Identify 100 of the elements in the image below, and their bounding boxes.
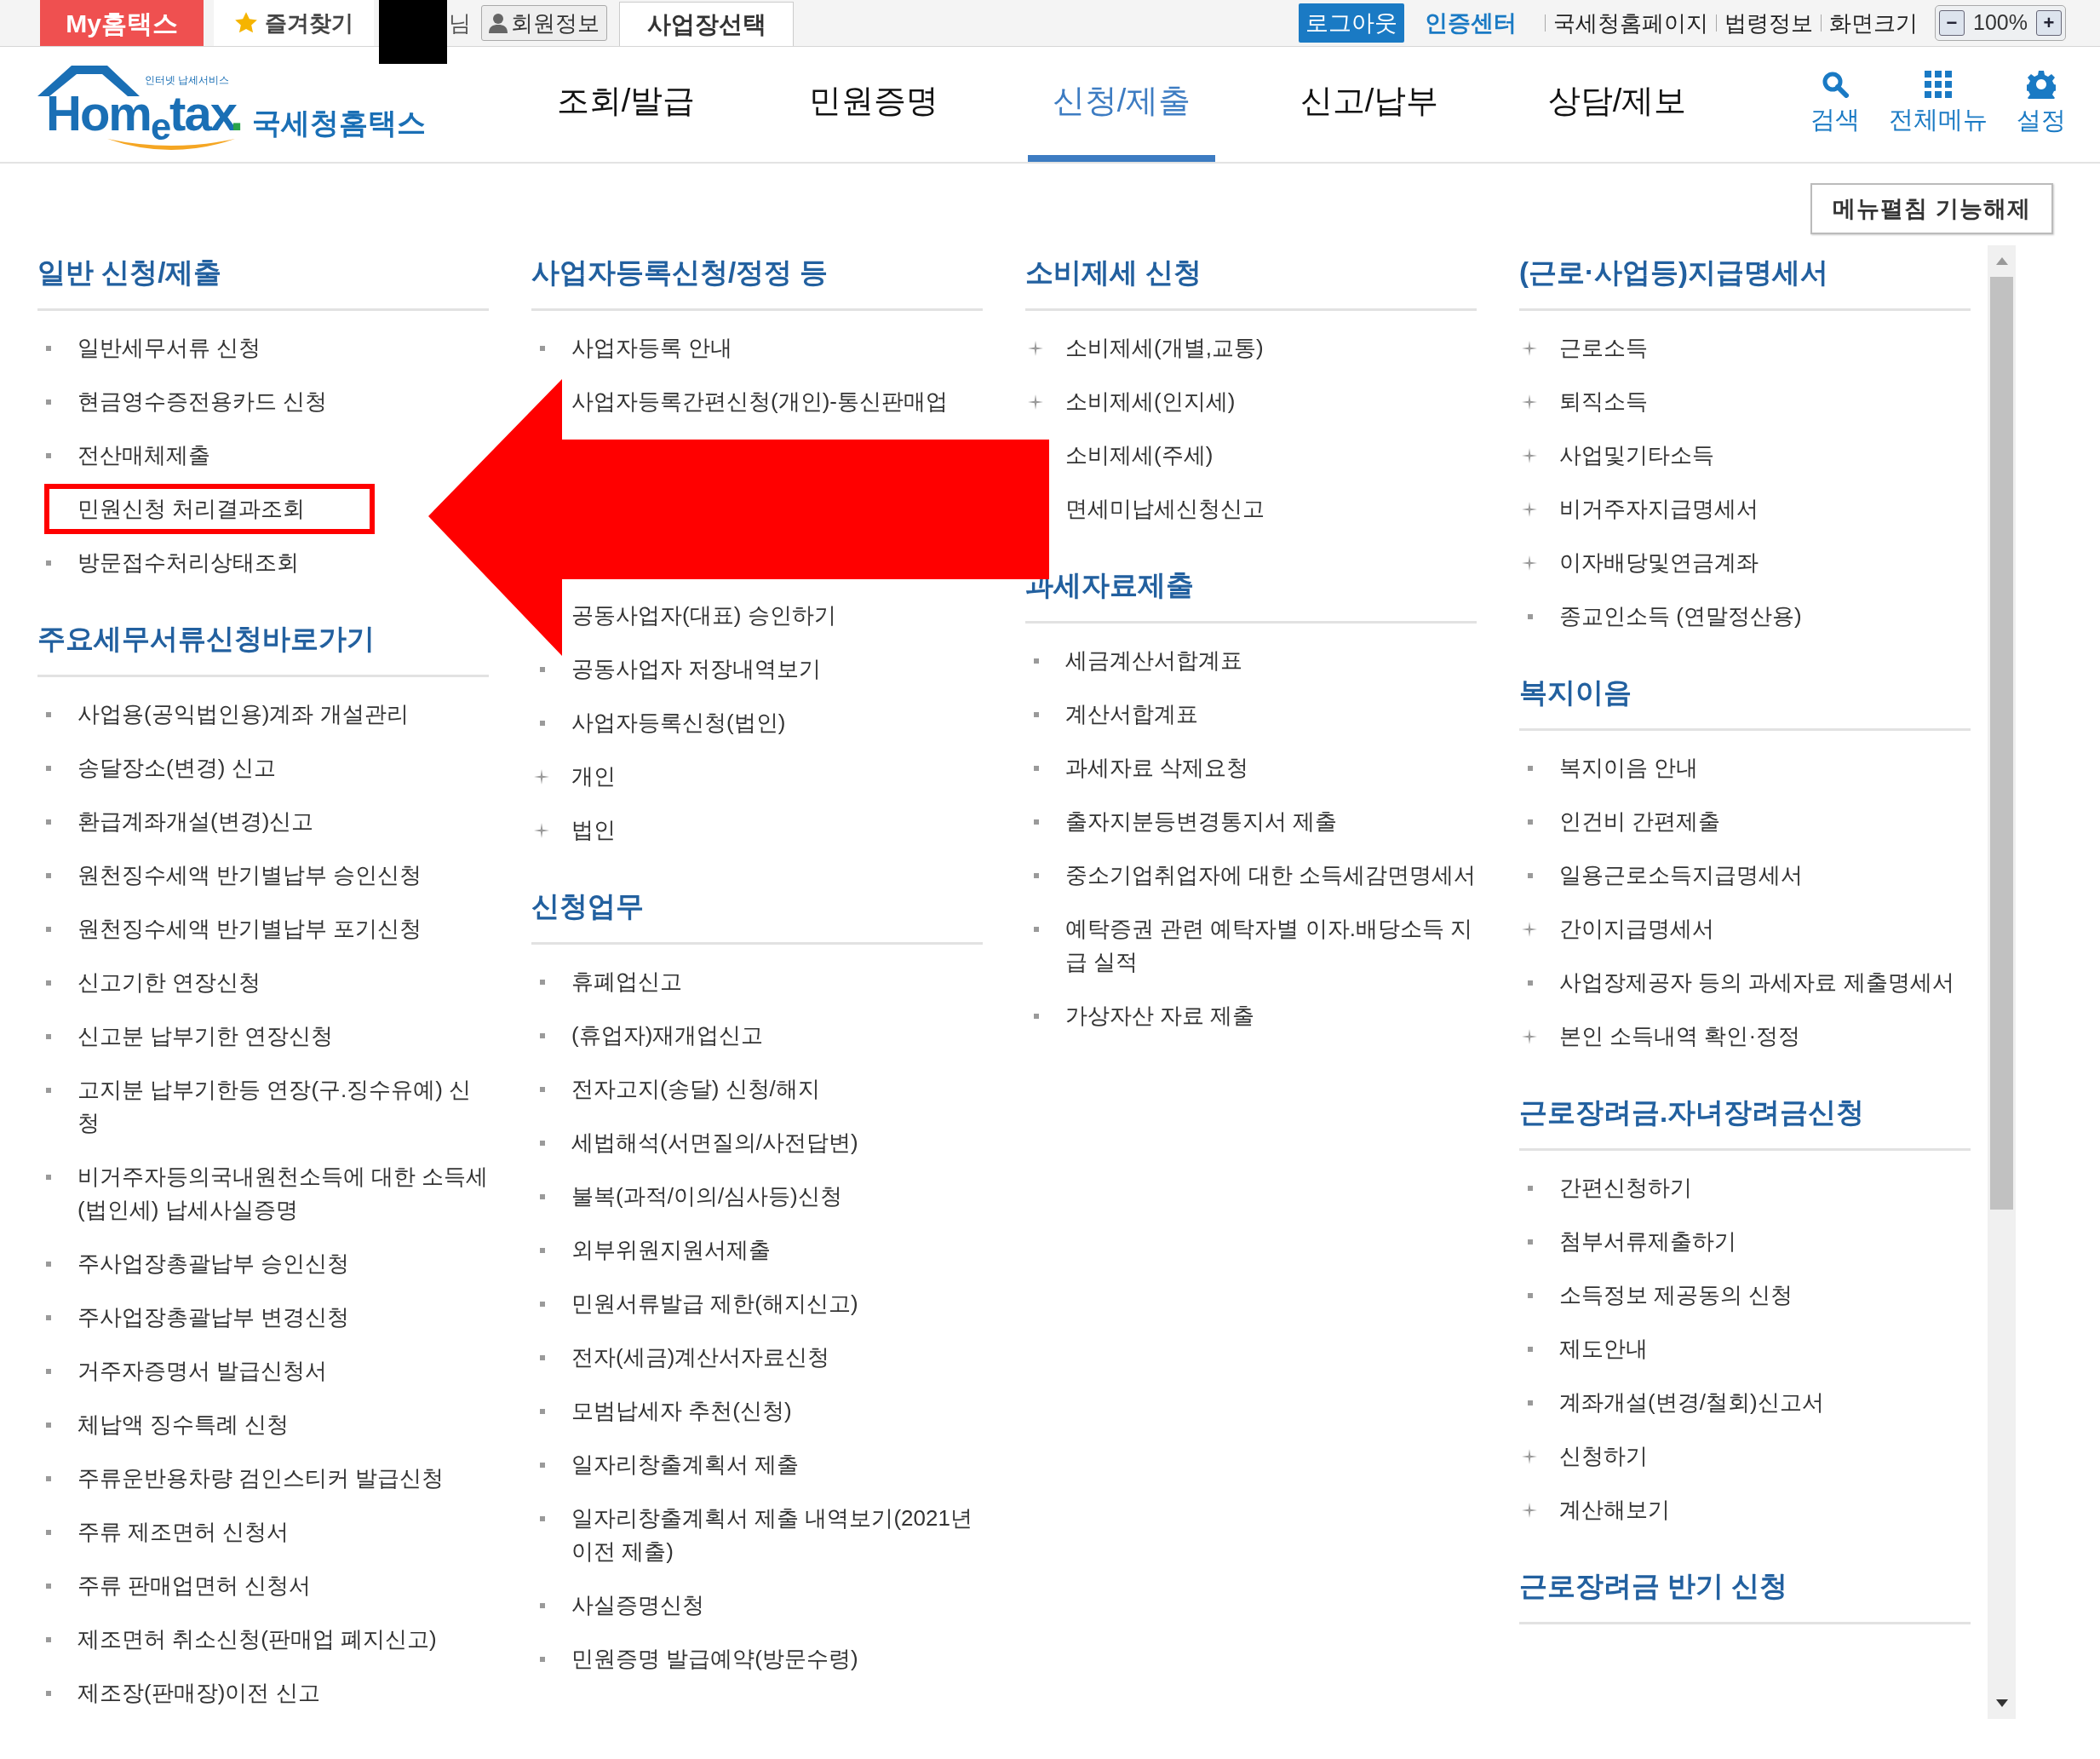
menu-link[interactable]: 주류 제조면허 신청서 (77, 1515, 290, 1549)
menu-link[interactable]: 사업용(공익법인용)계좌 개설관리 (77, 698, 409, 731)
menu-link[interactable]: 제도안내 (1559, 1332, 1648, 1365)
menu-link[interactable]: 비거주자등의국내원천소득에 대한 소득세(법인세) 납세사실증명 (77, 1160, 489, 1227)
menu-link[interactable]: 소득정보 제공동의 신청 (1559, 1279, 1793, 1312)
menu-link[interactable]: 휴폐업신고 (571, 965, 682, 998)
menu-link[interactable]: 종교인소득 (연말정산용) (1559, 600, 1802, 633)
menu-link[interactable]: 개인 (571, 760, 616, 793)
nav-tab[interactable]: 상담/제보 (1523, 47, 1711, 162)
menu-link[interactable]: 일용근로소득지급명세서 (1559, 859, 1803, 892)
menu-link[interactable]: 중소기업취업자에 대한 소득세감면명세서 (1065, 859, 1477, 892)
bullet-icon (46, 711, 51, 717)
header-link[interactable]: 국세청홈페이지 (1553, 6, 1709, 40)
menu-link[interactable]: 민원서류발급 제한(해지신고) (571, 1287, 858, 1320)
menu-link[interactable]: 계좌개설(변경/철회)신고서 (1559, 1386, 1824, 1419)
menu-link[interactable]: 사업자등록신청(법인) (571, 706, 786, 739)
menu-link[interactable]: 원천징수세액 반기별납부 승인신청 (77, 859, 422, 892)
toolbar-button[interactable]: 검색 (1810, 70, 1860, 139)
menu-link[interactable]: 세법해석(서면질의/사전답변) (571, 1126, 858, 1159)
bullet-icon (46, 1174, 51, 1180)
header-link[interactable]: 법령정보 (1724, 6, 1814, 40)
menu-link[interactable]: 공동사업자(대표) 승인하기 (571, 599, 836, 632)
logout-button[interactable]: 로그아웃 (1299, 3, 1405, 43)
menu-link[interactable]: 인건비 간편제출 (1559, 805, 1721, 838)
menu-link[interactable]: 전산매체제출 (77, 439, 210, 472)
nav-tab[interactable]: 신고/납부 (1276, 47, 1463, 162)
zoom-in-button[interactable]: + (2036, 10, 2062, 36)
menu-link[interactable]: 세금계산서합계표 (1065, 644, 1242, 677)
toolbar-button[interactable]: 전체메뉴 (1889, 70, 1988, 139)
menu-link[interactable]: 원천징수세액 반기별납부 포기신청 (77, 912, 422, 946)
menu-link[interactable]: 환급계좌개설(변경)신고 (77, 805, 314, 838)
menu-link[interactable]: 첨부서류제출하기 (1559, 1225, 1736, 1258)
menu-link[interactable]: (휴업자)재개업신고 (571, 1019, 764, 1052)
menu-link[interactable]: 복지이음 안내 (1559, 751, 1699, 785)
my-hometax-tab[interactable]: My홈택스 (40, 0, 204, 46)
menu-link[interactable]: 면세미납세신청신고 (1065, 492, 1265, 526)
menu-link[interactable]: 고지분 납부기한등 연장(구.징수유예) 신청 (77, 1073, 489, 1140)
menu-link[interactable]: 전자고지(송달) 신청/해지 (571, 1072, 820, 1106)
menu-link[interactable]: 사업및기타소득 (1559, 439, 1714, 472)
menu-link[interactable]: 송달장소(변경) 신고 (77, 751, 276, 785)
menu-link[interactable]: 일반세무서류 신청 (77, 331, 261, 365)
menu-link[interactable]: 비거주자지급명세서 (1559, 492, 1759, 526)
menu-link[interactable]: 과세자료 삭제요청 (1065, 751, 1249, 785)
menu-link[interactable]: 주사업장총괄납부 변경신청 (77, 1301, 350, 1334)
menu-link[interactable]: 퇴직소득 (1559, 385, 1648, 418)
menu-link[interactable]: 제조면허 취소신청(판매업 폐지신고) (77, 1623, 437, 1656)
menu-link[interactable]: 체납액 징수특례 신청 (77, 1408, 290, 1441)
menu-link[interactable]: 간편신청하기 (1559, 1171, 1692, 1204)
menu-link[interactable]: 본인 소득내역 확인·정정 (1559, 1020, 1801, 1053)
menu-link[interactable]: 주류 판매업면허 신청서 (77, 1569, 312, 1602)
menu-link[interactable]: 사업자등록 안내 (571, 331, 733, 365)
menu-link[interactable]: 소비제세(개별,교통) (1065, 331, 1264, 365)
menu-link[interactable]: 계산해보기 (1559, 1493, 1670, 1526)
menu-link[interactable]: 방문접수처리상태조회 (77, 546, 299, 579)
toolbar-button[interactable]: 설정 (2017, 69, 2066, 140)
menu-link[interactable]: 현금영수증전용카드 신청 (77, 385, 328, 418)
menu-link[interactable]: 사실증명신청 (571, 1589, 704, 1622)
menu-link[interactable]: 신고분 납부기한 연장신청 (77, 1020, 334, 1053)
section-heading: 근로장려금.자녀장려금신청 (1519, 1094, 1971, 1151)
menu-link[interactable]: 민원증명 발급예약(방문수령) (571, 1642, 858, 1676)
menu-link[interactable]: 출자지분등변경통지서 제출 (1065, 805, 1338, 838)
menu-link[interactable]: 거주자증명서 발급신청서 (77, 1354, 328, 1388)
menu-link[interactable]: 가상자산 자료 제출 (1065, 999, 1255, 1032)
menu-link[interactable]: 전자(세금)계산서자료신청 (571, 1341, 830, 1374)
menu-link[interactable]: 근로소득 (1559, 331, 1648, 365)
menu-link[interactable]: 계산서합계표 (1065, 698, 1198, 731)
zoom-out-button[interactable]: − (1939, 10, 1965, 36)
menu-toggle-button[interactable]: 메뉴펼침 기능해제 (1810, 183, 2053, 234)
favorites-link[interactable]: 즐겨찾기 (214, 0, 374, 46)
member-info-button[interactable]: 회원정보 (481, 5, 607, 41)
cert-center-link[interactable]: 인증센터 (1425, 5, 1518, 41)
menu-link[interactable]: 간이지급명세서 (1559, 912, 1714, 946)
menu-link[interactable]: 사업장제공자 등의 과세자료 제출명세서 (1559, 966, 1954, 999)
gear-icon (2027, 69, 2056, 99)
menu-link[interactable]: 예탁증권 관련 예탁자별 이자.배당소득 지급 실적 (1065, 912, 1477, 979)
nav-tab[interactable]: 민원증명 (780, 47, 967, 162)
menu-link[interactable]: 주류운반용차량 검인스티커 발급신청 (77, 1462, 445, 1495)
menu-link[interactable]: 이자배당및연금계좌 (1559, 546, 1759, 579)
menu-link[interactable]: 신고기한 연장신청 (77, 966, 261, 999)
menu-link[interactable]: 일자리창출계획서 제출 (571, 1448, 800, 1481)
workplace-select-button[interactable]: 사업장선택 (619, 2, 794, 46)
menu-link[interactable]: 제조장(판매장)이전 신고 (77, 1676, 320, 1710)
scroll-thumb[interactable] (1990, 277, 2013, 1210)
menu-link[interactable]: 민원신청 처리결과조회 (77, 492, 306, 526)
menu-link[interactable]: 외부위원지원서제출 (571, 1233, 771, 1267)
menu-link[interactable]: 사업자등록간편신청(개인)-통신판매업 (571, 385, 948, 418)
nav-tab[interactable]: 신청/제출 (1028, 47, 1215, 162)
header-link[interactable]: 화면크기 (1829, 6, 1919, 40)
grid-icon (1925, 70, 1952, 98)
scrollbar[interactable] (1988, 245, 2016, 1719)
menu-link[interactable]: 모범납세자 추천(신청) (571, 1394, 792, 1428)
menu-link[interactable]: 불복(과적/이의/심사등)신청 (571, 1180, 842, 1213)
menu-link[interactable]: 소비제세(주세) (1065, 439, 1214, 472)
menu-link[interactable]: 소비제세(인지세) (1065, 385, 1236, 418)
menu-link[interactable]: 공동사업자 저장내역보기 (571, 652, 822, 686)
menu-link[interactable]: 일자리창출계획서 제출 내역보기(2021년 이전 제출) (571, 1502, 983, 1568)
menu-link[interactable]: 신청하기 (1559, 1440, 1648, 1473)
menu-link[interactable]: 주사업장총괄납부 승인신청 (77, 1247, 350, 1280)
nav-tab[interactable]: 조회/발급 (532, 47, 720, 162)
menu-link[interactable]: 법인 (571, 813, 616, 847)
